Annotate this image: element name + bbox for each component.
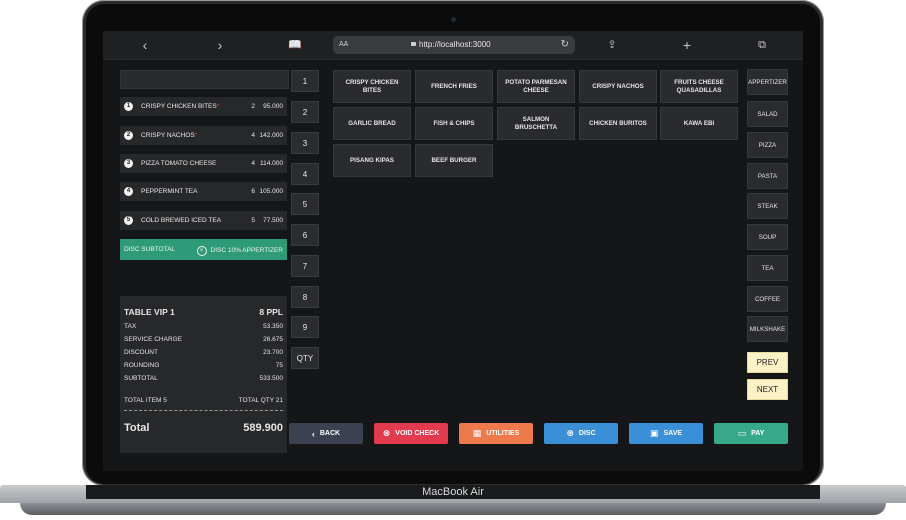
category-soup[interactable]: SOUP bbox=[747, 224, 788, 250]
disc-appetizer-label: DISC 10% APPERTIZER bbox=[210, 247, 284, 254]
category-tea[interactable]: TEA bbox=[747, 255, 788, 281]
summary-row: TAX 53.350 bbox=[124, 323, 283, 330]
order-summary: TABLE VIP 1 8 PPL TAX 53.350 SERVICE CHARG… bbox=[120, 296, 287, 453]
grid-icon: ▦ bbox=[472, 428, 482, 438]
utilities-button[interactable]: ▦ UTILITIES bbox=[459, 423, 533, 444]
total-value: 589.900 bbox=[243, 422, 283, 434]
order-item[interactable]: 3 PIZZA TOMATO CHEESE 4 114.000 bbox=[120, 154, 287, 173]
disc-subtotal-label: DISC SUBTOTAL bbox=[124, 246, 176, 253]
menu-item[interactable]: FRENCH FRIES bbox=[415, 70, 493, 103]
menu-item[interactable]: BEEF BURGER bbox=[415, 144, 493, 177]
numpad-key[interactable]: 9 bbox=[291, 316, 319, 338]
back-arrow-icon[interactable]: ‹ bbox=[137, 37, 153, 53]
numpad-key[interactable]: 7 bbox=[291, 255, 319, 277]
laptop-base: MacBook Air bbox=[0, 485, 906, 520]
category-pasta[interactable]: PASTA bbox=[747, 163, 788, 189]
tabs-overview-icon[interactable]: ⧉ bbox=[754, 37, 770, 53]
order-item[interactable]: 4 PEPPERMINT TEA 6 105.000 bbox=[120, 182, 287, 201]
url-text: http://localhost:3000 bbox=[419, 40, 491, 49]
cash-icon: ▭ bbox=[737, 428, 747, 438]
order-item[interactable]: 1 CRISPY CHICKEN BITES* 2 95.000 bbox=[120, 97, 287, 116]
category-pizza[interactable]: PIZZA bbox=[747, 132, 788, 158]
menu-item[interactable]: PISANG KIPAS bbox=[333, 144, 411, 177]
menu-item[interactable]: FRUITS CHEESE QUASADILLAS bbox=[660, 70, 738, 103]
order-item[interactable]: 5 COLD BREWED ICED TEA 5 77.500 bbox=[120, 211, 287, 230]
menu-item[interactable]: FISH & CHIPS bbox=[415, 107, 493, 140]
numpad-key[interactable]: 1 bbox=[291, 70, 319, 92]
forward-arrow-icon[interactable]: › bbox=[212, 37, 228, 53]
browser-toolbar: ‹ › 📖 AA http://localhost:3000 ↻ ⇪ + ⧉ bbox=[103, 31, 803, 60]
next-button[interactable]: NEXT bbox=[747, 379, 788, 400]
summary-row: SERVICE CHARGE 26.675 bbox=[124, 336, 283, 343]
numpad-key[interactable]: 8 bbox=[291, 286, 319, 308]
category-coffee[interactable]: COFFEE bbox=[747, 286, 788, 312]
menu-item[interactable]: KAWA EBI bbox=[660, 107, 738, 140]
menu-item[interactable]: CRISPY CHICKEN BITES bbox=[333, 70, 411, 103]
category-appetizer[interactable]: APPERTIZER bbox=[747, 69, 788, 95]
category-salad[interactable]: SALAD bbox=[747, 101, 788, 127]
numpad-key[interactable]: 3 bbox=[291, 132, 319, 154]
category-steak[interactable]: STEAK bbox=[747, 193, 788, 219]
numpad-key[interactable]: 5 bbox=[291, 193, 319, 215]
disc-button[interactable]: ⊛ DISC bbox=[544, 423, 618, 444]
qty-key[interactable]: QTY bbox=[291, 347, 319, 369]
text-size-button[interactable]: AA bbox=[339, 36, 348, 54]
share-icon[interactable]: ⇪ bbox=[604, 37, 620, 53]
close-circle-icon: ⊗ bbox=[382, 428, 391, 438]
bookmarks-icon[interactable]: 📖 bbox=[287, 37, 303, 53]
screen: ‹ › 📖 AA http://localhost:3000 ↻ ⇪ + ⧉ 1… bbox=[103, 31, 803, 471]
summary-row: ROUNDING 75 bbox=[124, 362, 283, 369]
total-qty: TOTAL QTY 21 bbox=[238, 397, 283, 404]
address-bar[interactable]: AA http://localhost:3000 ↻ bbox=[333, 36, 575, 54]
camera bbox=[451, 17, 456, 22]
reload-icon[interactable]: ↻ bbox=[561, 36, 569, 54]
people-count: 8 PPL bbox=[259, 307, 283, 317]
new-tab-icon[interactable]: + bbox=[679, 37, 695, 53]
menu-item[interactable]: CRISPY NACHOS bbox=[579, 70, 657, 103]
discount-icon: ⊛ bbox=[566, 428, 574, 438]
menu-item[interactable]: POTATO PARMESAN CHEESE bbox=[497, 70, 575, 103]
numpad-key[interactable]: 6 bbox=[291, 224, 319, 246]
save-icon: ▣ bbox=[649, 428, 659, 438]
summary-row: SUBTOTAL 533.500 bbox=[124, 375, 283, 382]
model-label: MacBook Air bbox=[422, 486, 484, 498]
numpad-key[interactable]: 4 bbox=[291, 163, 319, 185]
order-item[interactable]: 2 CRISPY NACHOS* 4 142.000 bbox=[120, 126, 287, 145]
summary-row: DISCOUNT 23.700 bbox=[124, 349, 283, 356]
total-item: TOTAL ITEM 5 bbox=[124, 397, 167, 404]
discount-bar[interactable]: DISC SUBTOTAL × DISC 10% APPERTIZER bbox=[120, 239, 287, 260]
void-check-button[interactable]: ⊗ VOID CHECK bbox=[374, 423, 448, 444]
pay-button[interactable]: ▭ PAY bbox=[714, 423, 788, 444]
divider bbox=[124, 410, 283, 411]
order-search-input[interactable] bbox=[120, 70, 289, 89]
lock-icon bbox=[411, 42, 416, 46]
chevron-left-icon: ‹ bbox=[311, 428, 315, 439]
save-button[interactable]: ▣ SAVE bbox=[629, 423, 703, 444]
back-button[interactable]: ‹ BACK bbox=[289, 423, 363, 444]
menu-item[interactable]: CHICKEN BURITOS bbox=[579, 107, 657, 140]
numpad-key[interactable]: 2 bbox=[291, 101, 319, 123]
total-label: Total bbox=[124, 422, 150, 434]
category-milkshake[interactable]: MILKSHAKE bbox=[747, 316, 788, 342]
remove-discount-icon[interactable]: × bbox=[196, 246, 207, 256]
menu-item[interactable]: SALMON BRUSCHETTA bbox=[497, 107, 575, 140]
table-name: TABLE VIP 1 bbox=[124, 307, 175, 317]
menu-item[interactable]: GARLIC BREAD bbox=[333, 107, 411, 140]
prev-button[interactable]: PREV bbox=[747, 352, 788, 373]
